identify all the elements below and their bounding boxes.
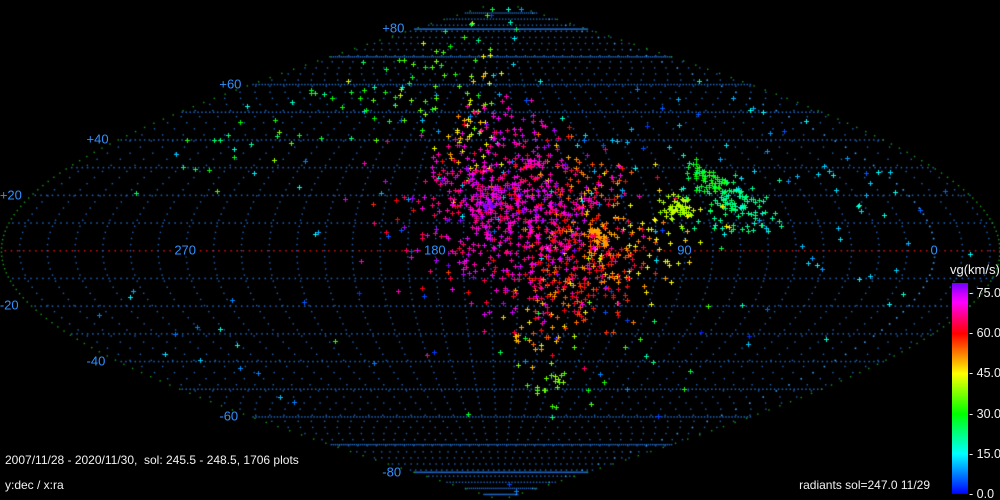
colorbar-tick: 60.0: [969, 327, 1000, 340]
dec-axis-label: +80: [382, 20, 405, 36]
dec-axis-label: -40: [86, 353, 106, 369]
colorbar-title: vg(km/s): [950, 262, 1000, 277]
axis-legend-caption: y:dec / x:ra: [5, 478, 64, 492]
colorbar-tick: 30.0: [969, 407, 1000, 420]
ra-axis-label: 270: [172, 242, 199, 258]
colorbar-tick: 75.0: [969, 287, 1000, 300]
vg-colorbar: [952, 283, 968, 494]
dec-axis-label: +60: [219, 76, 242, 92]
dec-axis-label: -60: [219, 408, 239, 424]
sky-map-canvas[interactable]: [0, 0, 1000, 500]
ra-axis-label: 90: [675, 242, 694, 258]
dec-axis-label: -80: [382, 464, 402, 480]
radiant-map-view: +80 +60 +40 +20 -20 -40 -60 -80 270 180 90 0 vg(km/…: [0, 0, 1000, 500]
colorbar-tick: 45.0: [969, 367, 1000, 380]
dec-axis-label: +20: [0, 187, 22, 203]
radiants-sol-caption: radiants sol=247.0 11/29: [799, 478, 930, 492]
ra-axis-label: 0: [928, 242, 940, 258]
date-range-caption: 2007/11/28 - 2020/11/30, sol: 245.5 - 24…: [5, 453, 299, 467]
colorbar-tick: 15.0: [969, 448, 1000, 461]
ra-axis-label: 180: [421, 242, 448, 258]
dec-axis-label: +40: [86, 131, 109, 147]
dec-axis-label: -20: [0, 297, 19, 313]
colorbar-tick: 0.0: [969, 488, 994, 500]
